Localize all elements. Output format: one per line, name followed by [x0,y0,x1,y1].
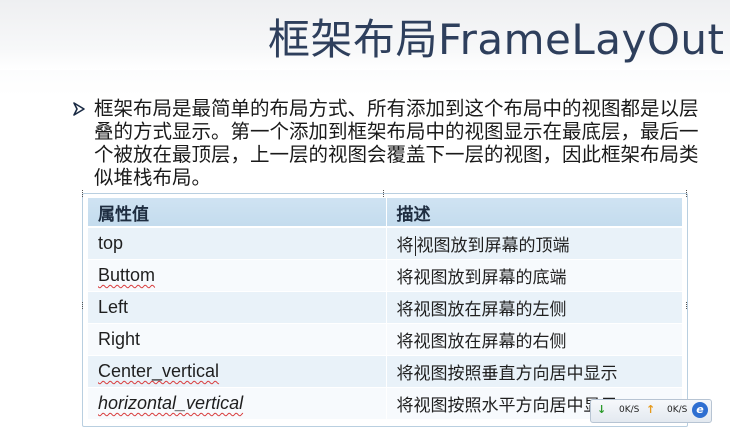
desc-cell: 将视图按照垂直方向居中显示 [385,355,682,388]
attr-cell: Buttom [88,259,386,292]
attr-cell: top [88,226,386,260]
table-row: Center_vertical 将视图按照垂直方向居中显示 [88,355,682,388]
down-arrow-icon: ↓ [597,403,607,416]
download-speed: 0K/S [619,405,640,415]
attr-cell: Center_vertical [88,355,386,388]
desc-cell[interactable]: 将视图放到屏幕的顶端 [385,226,682,260]
arrow-bullet-icon [73,102,85,116]
attr-cell: horizontal_vertical [88,387,386,419]
attribute-table: 属性值 描述 top 将视图放到屏幕的顶端 Buttom 将视图放到屏幕的底端 … [88,198,682,419]
attr-cell: Left [88,291,386,324]
desc-cell: 将视图放到屏幕的底端 [385,259,682,292]
resize-handle-top[interactable] [381,190,386,197]
resize-handle-top-right[interactable] [684,190,689,197]
up-arrow-icon: ↑ [646,403,656,416]
column-header-attr: 属性值 [88,198,386,228]
resize-handle-top-left[interactable] [80,190,85,197]
network-speed-widget[interactable]: ↓ 0K/S ↑ 0K/S e [590,399,712,423]
table-row: Buttom 将视图放到屏幕的底端 [88,259,682,292]
spellcheck-word: Buttom [98,265,156,285]
table-row: Left 将视图放在屏幕的左侧 [88,291,682,324]
table-header-row: 属性值 描述 [88,198,682,228]
bullet-text: 框架布局是最简单的布局方式、所有添加到这个布局中的视图都是以层叠的方式显示。第一… [94,97,699,189]
table-row: Right 将视图放在屏幕的右侧 [88,323,682,356]
text-cursor [414,236,416,256]
resize-handle-right[interactable] [684,302,689,309]
attr-cell: Right [88,323,386,356]
slide-title: 框架布局FrameLayOut [268,15,725,64]
desc-cell: 将视图放在屏幕的左侧 [385,291,682,324]
upload-speed: 0K/S [667,405,688,415]
ie-browser-icon[interactable]: e [692,402,708,418]
table-row: top 将视图放到屏幕的顶端 [88,226,682,260]
desc-text-start: 将 [396,236,414,256]
resize-handle-left[interactable] [80,302,85,309]
spellcheck-word: Center_vertical [98,361,220,381]
desc-cell: 将视图放在屏幕的右侧 [385,323,682,356]
bullet-point: 框架布局是最简单的布局方式、所有添加到这个布局中的视图都是以层叠的方式显示。第一… [72,97,702,189]
desc-text-rest: 视图放到屏幕的顶端 [416,236,570,256]
column-header-desc: 描述 [385,198,682,228]
spellcheck-word: horizontal_vertical [98,393,244,413]
table-selection-frame[interactable]: 属性值 描述 top 将视图放到屏幕的顶端 Buttom 将视图放到屏幕的底端 … [80,190,689,427]
